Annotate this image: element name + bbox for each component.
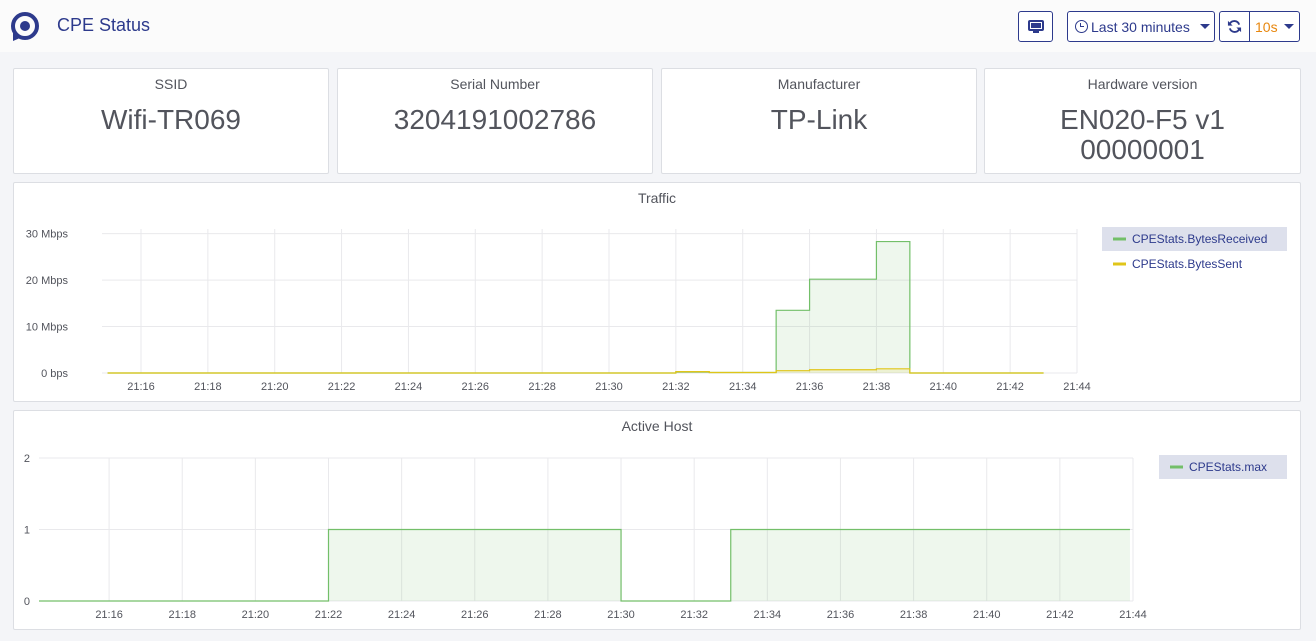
legend-swatch <box>1113 262 1126 266</box>
x-tick-label: 21:32 <box>662 381 690 393</box>
x-tick-label: 21:30 <box>607 609 635 621</box>
traffic-panel[interactable]: Traffic 21:16 21:18 21:20 21:22 21:24 21:26 21… <box>13 182 1301 402</box>
x-tick-label: 21:16 <box>127 381 155 393</box>
logo-icon[interactable] <box>10 11 40 41</box>
x-tick-label: 21:16 <box>95 609 123 621</box>
x-tick-label: 21:32 <box>680 609 708 621</box>
y-tick-label: 0 bps <box>41 368 68 380</box>
x-tick-label: 21:22 <box>315 609 343 621</box>
stat-value: TP-Link <box>770 104 868 135</box>
x-tick-label: 21:18 <box>194 381 222 393</box>
x-tick-label: 21:34 <box>754 609 782 621</box>
x-tick-label: 21:42 <box>996 381 1024 393</box>
x-tick-label: 21:36 <box>827 609 855 621</box>
x-tick-label: 21:36 <box>796 381 824 393</box>
x-tick-label: 21:20 <box>242 609 270 621</box>
x-tick-label: 21:42 <box>1046 609 1074 621</box>
y-tick-label: 10 Mbps <box>26 322 69 334</box>
refresh-button[interactable] <box>1219 11 1250 42</box>
x-tick-label: 21:28 <box>534 609 562 621</box>
legend-label: CPEStats.BytesSent <box>1132 257 1243 271</box>
x-tick-label: 21:20 <box>261 381 289 393</box>
x-tick-label: 21:40 <box>930 381 958 393</box>
legend-swatch <box>1170 465 1183 469</box>
chevron-down-icon <box>1199 24 1210 29</box>
traffic-chart[interactable]: 21:16 21:18 21:20 21:22 21:24 21:26 21:28 21:30… <box>14 183 1302 403</box>
refresh-icon <box>1227 20 1242 33</box>
stat-label: SSID <box>154 76 188 92</box>
x-tick-label: 21:30 <box>595 381 623 393</box>
chevron-down-icon <box>1283 24 1294 29</box>
x-tick-label: 21:22 <box>328 381 356 393</box>
x-tick-label: 21:24 <box>388 609 416 621</box>
x-tick-label: 21:40 <box>973 609 1001 621</box>
series-area <box>107 368 1044 373</box>
y-tick-label: 1 <box>24 525 30 537</box>
time-range-label: Last 30 minutes <box>1091 18 1190 35</box>
legend-swatch <box>1113 237 1126 241</box>
top-bar: CPE Status Last 30 minutes 10s <box>0 0 1316 52</box>
ssid-panel[interactable]: SSID Wifi-TR069 <box>13 68 329 174</box>
series-area <box>107 241 1044 373</box>
stat-value: Wifi-TR069 <box>100 104 241 135</box>
stat-label: Manufacturer <box>777 76 861 92</box>
x-tick-label: 21:28 <box>528 381 556 393</box>
stat-value: EN020-F5 v1 00000001 <box>1060 104 1225 165</box>
x-tick-label: 21:18 <box>168 609 196 621</box>
serial-number-panel[interactable]: Serial Number 3204191002786 <box>337 68 653 174</box>
tv-icon <box>1027 19 1044 33</box>
tv-mode-button[interactable] <box>1018 11 1053 42</box>
refresh-interval-picker[interactable]: 10s <box>1249 11 1300 42</box>
y-tick-label: 30 Mbps <box>26 229 69 241</box>
x-tick-label: 21:38 <box>863 381 891 393</box>
clock-icon <box>1075 20 1088 33</box>
x-tick-label: 21:44 <box>1119 609 1147 621</box>
stat-value: 3204191002786 <box>393 104 597 135</box>
y-tick-label: 20 Mbps <box>26 275 69 287</box>
hardware-version-panel[interactable]: Hardware version EN020-F5 v1 00000001 <box>984 68 1301 174</box>
x-tick-label: 21:34 <box>729 381 757 393</box>
active-host-chart[interactable]: 21:16 21:18 21:20 21:22 21:24 21:26 21:28 21:30… <box>14 411 1302 631</box>
y-tick-label: 2 <box>24 453 30 465</box>
y-tick-label: 0 <box>24 596 30 608</box>
page-title: CPE Status <box>57 15 151 35</box>
x-tick-label: 21:26 <box>461 609 489 621</box>
active-host-panel[interactable]: Active Host 21:16 21:18 21:20 21:22 21:24 21:… <box>13 410 1301 630</box>
refresh-interval-label: 10s <box>1255 18 1278 35</box>
stat-label: Hardware version <box>1087 76 1198 92</box>
manufacturer-panel[interactable]: Manufacturer TP-Link <box>661 68 977 174</box>
x-tick-label: 21:24 <box>395 381 423 393</box>
x-tick-label: 21:26 <box>462 381 490 393</box>
legend-label: CPEStats.BytesReceived <box>1132 232 1267 246</box>
time-range-picker[interactable]: Last 30 minutes <box>1067 11 1215 42</box>
x-tick-label: 21:38 <box>900 609 928 621</box>
x-tick-label: 21:44 <box>1063 381 1091 393</box>
stat-label: Serial Number <box>450 76 540 92</box>
legend-label: CPEStats.max <box>1189 460 1267 474</box>
series-area <box>39 529 1130 601</box>
